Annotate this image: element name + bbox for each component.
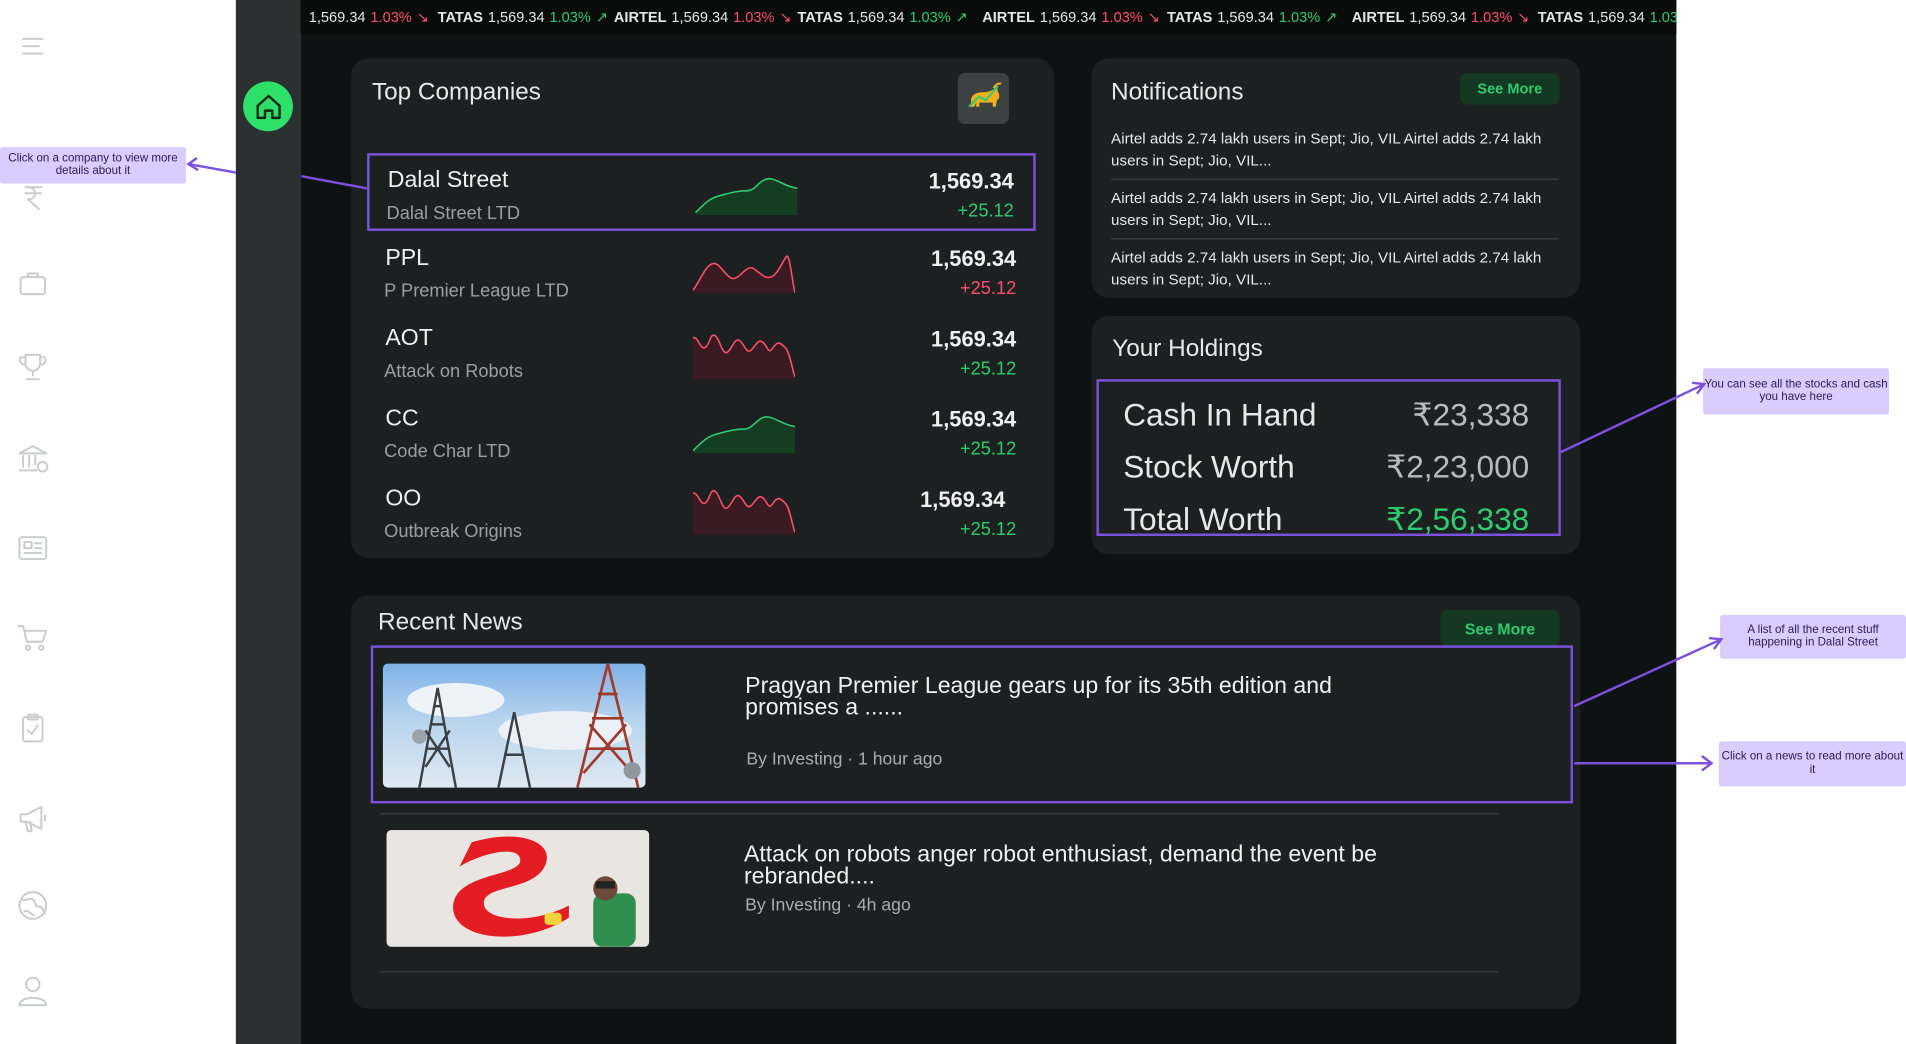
holdings-title: Your Holdings xyxy=(1112,335,1263,363)
company-full-name: P Premier League LTD xyxy=(384,280,569,302)
callout-holdings: You can see all the stocks and cash you … xyxy=(1703,368,1890,415)
company-row-ppl[interactable]: PPL P Premier League LTD 1,569.34 +25.12 xyxy=(367,233,1036,311)
trophy-icon[interactable] xyxy=(0,348,64,387)
divider xyxy=(380,971,1499,973)
newspaper-icon[interactable] xyxy=(0,529,64,568)
company-name: Dalal Street xyxy=(387,167,509,194)
company-name: PPL xyxy=(385,245,430,272)
company-full-name: Dalal Street LTD xyxy=(386,202,520,224)
news-item[interactable]: Pragyan Premier League gears up for its … xyxy=(370,645,1573,804)
top-companies-title: Top Companies xyxy=(371,79,541,106)
ticker-item[interactable]: TATAS 1,569.34 1.03% ↗ xyxy=(797,9,967,26)
notifications-see-more-button[interactable]: See More xyxy=(1459,72,1560,105)
user-icon[interactable] xyxy=(0,970,64,1011)
cart-icon[interactable] xyxy=(0,617,64,656)
ticker-item[interactable]: AIRTEL 1,569.34 1.03% ↘ xyxy=(982,9,1160,26)
news-thumbnail-airtel xyxy=(386,830,650,947)
company-row-dalal-street[interactable]: Dalal Street Dalal Street LTD 1,569.34 +… xyxy=(367,153,1036,231)
stock-worth-label: Stock Worth xyxy=(1123,448,1295,485)
news-item[interactable]: Attack on robots anger robot enthusiast,… xyxy=(380,824,1498,952)
divider xyxy=(380,813,1499,815)
briefcase-icon[interactable] xyxy=(0,264,64,303)
notifications-title: Notifications xyxy=(1111,79,1244,106)
globe-icon[interactable] xyxy=(0,886,64,925)
holdings-summary[interactable]: Cash In Hand ₹23,338 Stock Worth ₹2,23,0… xyxy=(1096,379,1561,538)
sparkline-chart xyxy=(695,177,798,216)
news-thumbnail-towers xyxy=(382,663,646,788)
trend-up-icon: ↗ xyxy=(1325,8,1338,26)
menu-icon[interactable] xyxy=(0,27,64,66)
trend-up-icon: ↗ xyxy=(595,8,608,26)
notification-item[interactable]: Airtel adds 2.74 lakh users in Sept; Jio… xyxy=(1111,247,1558,291)
ticker-item[interactable]: TATAS 1,569.34 1.03% ↗ xyxy=(1167,9,1337,26)
ticker-item[interactable]: 1,569.34 1.03% ↘ xyxy=(304,9,429,26)
company-change: +25.12 xyxy=(959,358,1017,380)
company-name: AOT xyxy=(385,325,433,352)
recent-news-card: Recent News See More Pragyan Premier Lea… xyxy=(351,595,1581,1009)
ticker-item[interactable]: TATAS 1,569.34 1.03 xyxy=(1538,9,1677,26)
trend-down-icon: ↘ xyxy=(1517,8,1530,26)
company-change: +25.12 xyxy=(959,518,1017,540)
company-price: 1,569.34 xyxy=(928,168,1014,194)
home-icon[interactable] xyxy=(243,81,293,132)
news-meta: By Investing · 1 hour ago xyxy=(746,749,943,770)
total-worth-label: Total Worth xyxy=(1123,500,1283,538)
news-meta: By Investing · 4h ago xyxy=(745,895,911,916)
news-headline: Pragyan Premier League gears up for its … xyxy=(745,673,1332,721)
company-full-name: Outbreak Origins xyxy=(384,521,522,543)
company-name: CC xyxy=(385,405,419,432)
megaphone-icon[interactable] xyxy=(0,797,64,838)
news-headline: Attack on robots anger robot enthusiast,… xyxy=(743,842,1377,890)
divider xyxy=(1111,238,1559,240)
trend-down-icon: ↘ xyxy=(1147,8,1160,26)
company-change: +25.12 xyxy=(959,438,1017,460)
ticker-item[interactable]: TATAS 1,569.34 1.03% ↗ xyxy=(438,9,608,26)
company-price: 1,569.34 xyxy=(931,407,1017,432)
company-price: 1,569.34 xyxy=(931,326,1017,352)
company-row-aot[interactable]: AOT Attack on Robots 1,569.34 +25.12 xyxy=(367,314,1036,392)
sparkline-chart xyxy=(692,334,796,380)
sparkline-chart xyxy=(692,255,796,293)
bull-logo-icon xyxy=(957,72,1009,124)
divider xyxy=(1111,178,1559,180)
recent-news-title: Recent News xyxy=(378,608,523,636)
news-see-more-button[interactable]: See More xyxy=(1440,610,1560,647)
company-full-name: Code Char LTD xyxy=(384,441,511,462)
notification-item[interactable]: Airtel adds 2.74 lakh users in Sept; Jio… xyxy=(1111,187,1558,231)
callout-company: Click on a company to view more details … xyxy=(0,147,186,184)
company-name: OO xyxy=(385,486,422,512)
top-companies-card: Top Companies Dalal Street Dalal Street … xyxy=(351,58,1054,558)
company-full-name: Attack on Robots xyxy=(384,360,523,382)
ticker-item[interactable]: AIRTEL 1,569.34 1.03% ↘ xyxy=(1352,9,1530,26)
holdings-card: Your Holdings Cash In Hand ₹23,338 Stock… xyxy=(1091,316,1581,555)
callout-news-list: A list of all the recent stuff happening… xyxy=(1720,614,1906,659)
trend-down-icon: ↘ xyxy=(416,8,429,26)
stock-worth-value: ₹2,23,000 xyxy=(1386,448,1530,485)
total-worth-value: ₹2,56,338 xyxy=(1386,500,1530,538)
company-price: 1,569.34 xyxy=(920,487,1006,512)
company-change: +25.12 xyxy=(957,200,1014,222)
notification-item[interactable]: Airtel adds 2.74 lakh users in Sept; Jio… xyxy=(1111,128,1558,172)
trend-down-icon: ↘ xyxy=(779,8,792,26)
sparkline-chart xyxy=(692,416,796,454)
cash-in-hand-label: Cash In Hand xyxy=(1123,396,1317,433)
bank-icon[interactable] xyxy=(0,438,64,479)
sparkline-chart xyxy=(692,489,796,535)
ticker-item[interactable]: AIRTEL 1,569.34 1.03% ↘ xyxy=(614,9,792,26)
company-change: +25.12 xyxy=(959,278,1017,299)
cash-in-hand-value: ₹23,338 xyxy=(1412,396,1530,433)
notifications-card: Notifications See More Airtel adds 2.74 … xyxy=(1091,58,1581,298)
trend-up-icon: ↗ xyxy=(955,8,968,26)
company-price: 1,569.34 xyxy=(931,246,1017,272)
clipboard-check-icon[interactable] xyxy=(0,709,64,748)
sidebar xyxy=(235,0,301,1044)
callout-news-click: Click on a news to read more about it xyxy=(1718,741,1906,787)
company-row-oo[interactable]: OO Outbreak Origins 1,569.34 +25.12 xyxy=(367,474,1036,552)
company-row-cc[interactable]: CC Code Char LTD 1,569.34 +25.12 xyxy=(367,394,1036,472)
stock-ticker: 1,569.34 1.03% ↘ TATAS 1,569.34 1.03% ↗ AIRTE… xyxy=(300,0,1677,35)
